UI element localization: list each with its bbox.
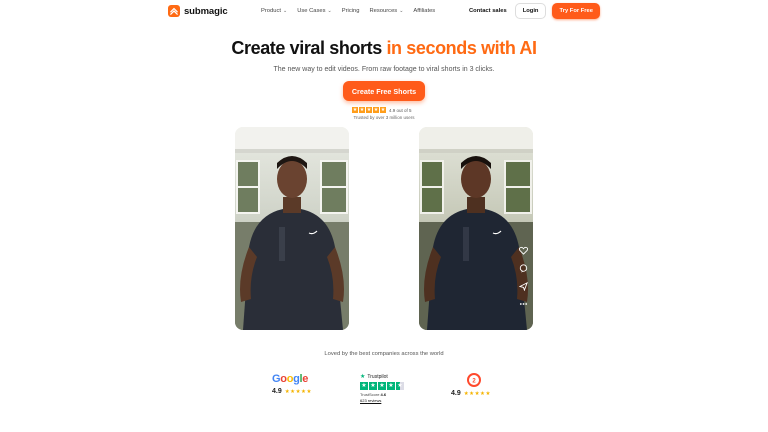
menu-item-label: Affiliates <box>413 8 436 14</box>
logo[interactable]: submagic <box>168 5 228 17</box>
logo-text: submagic <box>184 5 228 17</box>
star-icon: ★ <box>366 107 372 113</box>
star-half-icon: ★ <box>396 382 404 390</box>
trustpilot-name: Trustpilot <box>367 373 388 380</box>
trustpilot-reviews-link[interactable]: 623 reviews <box>360 398 404 403</box>
svg-text:2: 2 <box>472 378 476 384</box>
trustscore-line: TrustScore 4.6 <box>360 392 404 397</box>
reviews-count: 623 reviews <box>360 398 382 403</box>
logo-mark-icon <box>168 5 180 17</box>
star-icon: ★ <box>380 107 386 113</box>
trustpilot-star-icon: ★ <box>360 374 366 380</box>
rating-text: 4.9 out of 5 <box>389 107 412 113</box>
social-proof-heading: Loved by the best companies across the w… <box>324 351 444 357</box>
menu-item-label: Resources <box>369 8 398 14</box>
menu-item-resources[interactable]: Resources ⌄ <box>369 8 403 14</box>
heart-icon[interactable] <box>518 245 528 255</box>
g2-score-row: 4.9 ★★★★★ <box>451 390 497 397</box>
google-score: 4.9 <box>272 388 282 395</box>
star-icon: ★★★★★ <box>284 388 312 395</box>
trusted-text: Trusted by over 3 million users <box>353 115 415 120</box>
video-frame-image <box>419 127 533 330</box>
headline-accent: in seconds with AI <box>386 38 537 58</box>
chevron-down-icon: ⌄ <box>327 8 332 14</box>
star-icon: ★ <box>352 107 358 113</box>
video-edited-short[interactable] <box>419 127 533 330</box>
create-free-shorts-button[interactable]: Create Free Shorts <box>343 81 425 101</box>
chevron-down-icon: ⌄ <box>282 8 288 14</box>
contact-sales-link[interactable]: Contact sales <box>469 8 507 14</box>
g2-rating: 2 4.9 ★★★★★ <box>451 373 497 397</box>
menu-item-label: Pricing <box>341 8 360 14</box>
menu-item-product[interactable]: Product ⌄ <box>261 8 287 14</box>
trustpilot-stars: ★ ★ ★ ★ ★ <box>360 382 404 390</box>
google-score-row: 4.9 ★★★★★ <box>272 388 312 395</box>
star-icon: ★★★★★ <box>463 390 491 397</box>
g2-score: 4.9 <box>451 390 461 397</box>
star-icon: ★ <box>360 382 368 390</box>
menu-item-label: Use Cases <box>297 8 326 14</box>
hero-subheadline: The new way to edit videos. From raw foo… <box>273 66 495 73</box>
rating-stars: ★ ★ ★ ★ ★ <box>352 107 386 113</box>
headline-main: Create viral shorts <box>231 38 387 58</box>
comment-icon[interactable] <box>518 263 528 273</box>
video-frame-image <box>235 127 349 330</box>
chevron-down-icon: ⌄ <box>399 8 404 14</box>
star-icon: ★ <box>378 382 386 390</box>
menu-item-pricing[interactable]: Pricing <box>342 8 360 14</box>
video-social-overlay <box>518 245 528 309</box>
video-raw-footage[interactable] <box>235 127 349 330</box>
trustscore-value: 4.6 <box>380 392 387 397</box>
menu-item-affiliates[interactable]: Affiliates <box>413 8 435 14</box>
hero-rating: ★ ★ ★ ★ ★ 4.9 out of 5 <box>352 107 412 113</box>
trustscore-label: TrustScore <box>360 392 380 397</box>
google-logo: Google <box>272 373 309 385</box>
login-button[interactable]: Login <box>514 3 547 19</box>
try-for-free-button[interactable]: Try For Free <box>552 3 600 19</box>
star-icon: ★ <box>359 107 365 113</box>
more-icon[interactable] <box>518 299 528 309</box>
star-icon: ★ <box>387 382 395 390</box>
g2-logo-icon: 2 <box>467 373 481 387</box>
nav-actions: Contact sales Login Try For Free <box>469 3 600 19</box>
menu-item-label: Product <box>261 8 281 14</box>
hero-headline: Create viral shorts in seconds with AI <box>0 38 768 59</box>
star-icon: ★ <box>369 382 377 390</box>
share-icon[interactable] <box>518 281 528 291</box>
menu-item-use-cases[interactable]: Use Cases ⌄ <box>297 8 332 14</box>
main-menu: Product ⌄ Use Cases ⌄ Pricing Resources … <box>261 8 435 14</box>
trustpilot-rating: ★ Trustpilot ★ ★ ★ ★ ★ TrustScore 4.6 62… <box>360 373 404 403</box>
star-icon: ★ <box>373 107 379 113</box>
google-rating: Google 4.9 ★★★★★ <box>272 373 312 395</box>
trustpilot-logo: ★ Trustpilot <box>360 373 404 381</box>
g2-logo: 2 <box>451 373 497 387</box>
top-navigation: submagic Product ⌄ Use Cases ⌄ Pricing R… <box>0 0 768 24</box>
